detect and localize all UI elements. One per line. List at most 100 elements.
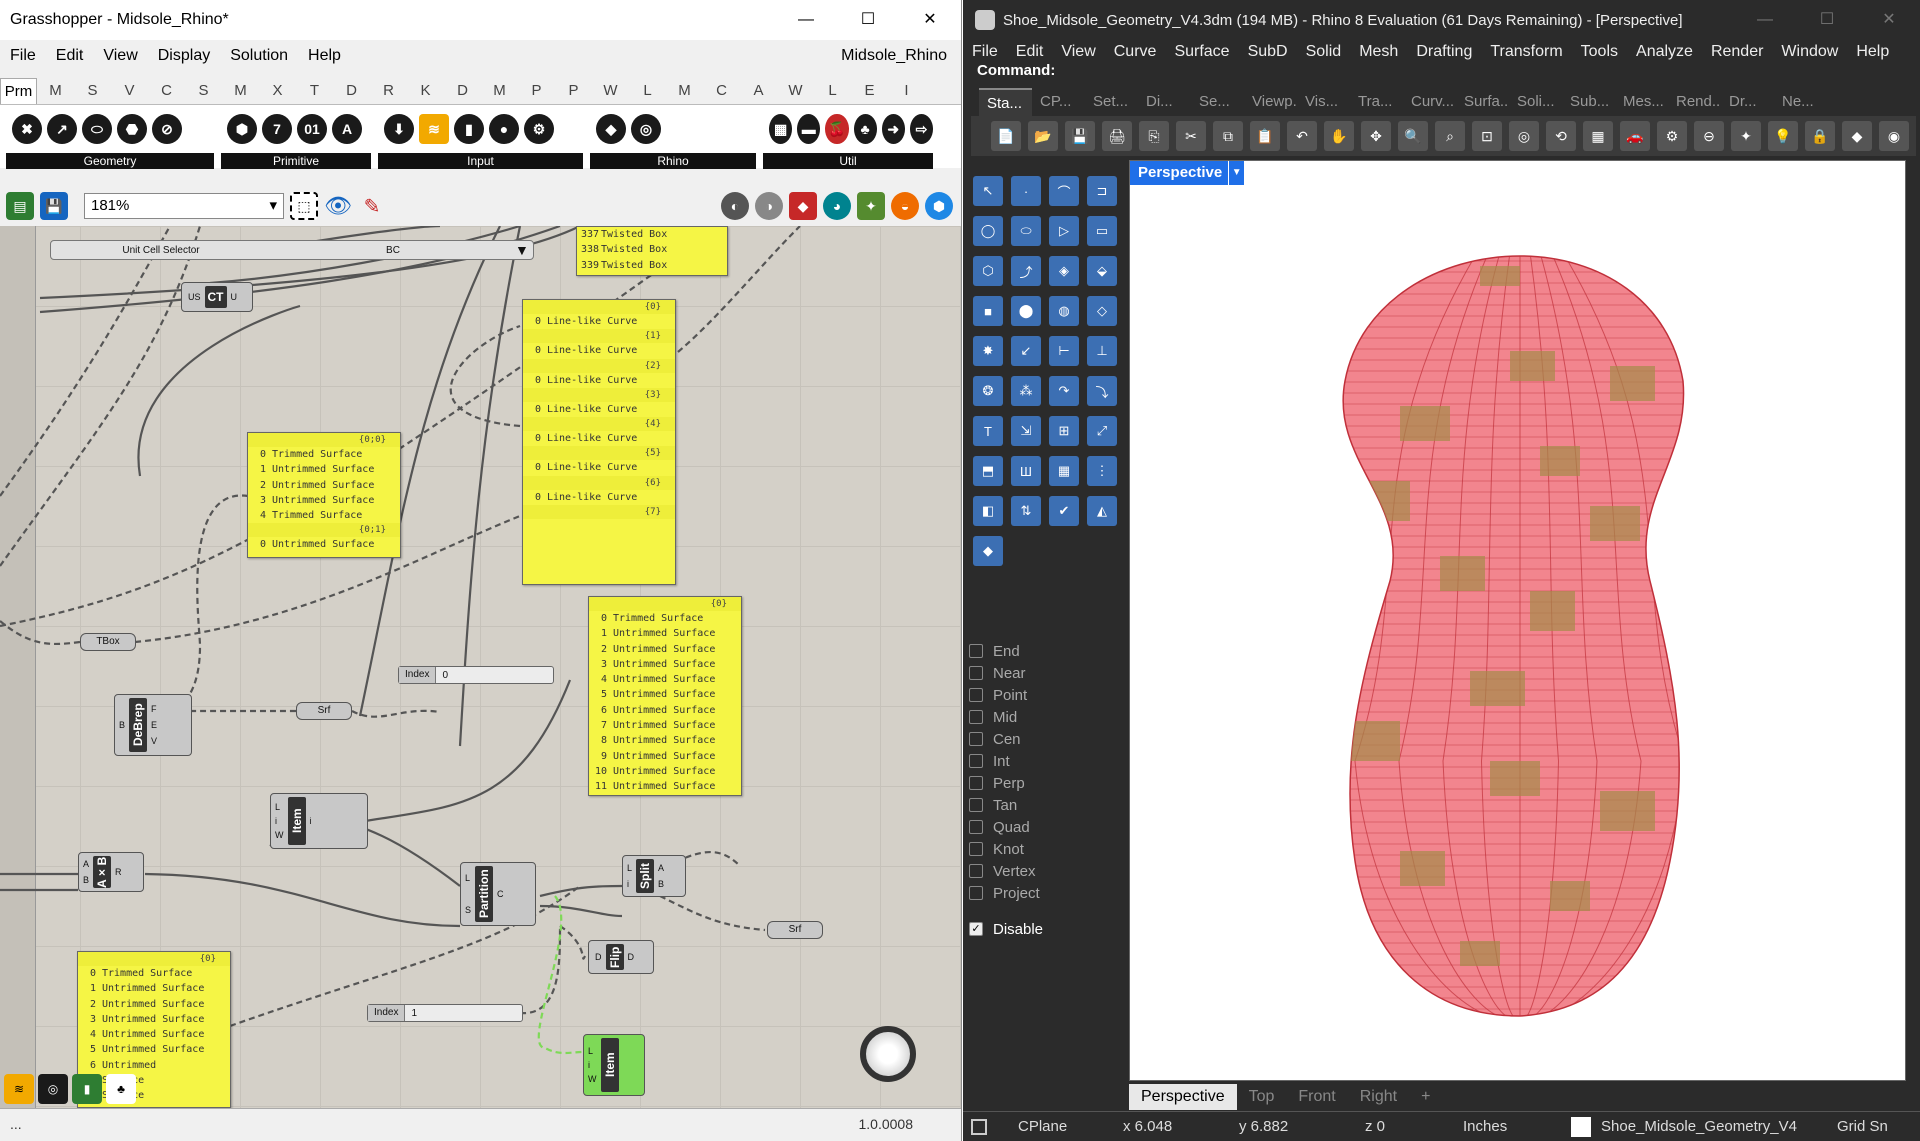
command-line[interactable]: Command: — [977, 62, 1906, 84]
component-icon[interactable]: ◎ — [631, 114, 661, 144]
bake-icon[interactable]: ✦ — [857, 192, 885, 220]
osnap-int[interactable]: Int — [969, 750, 1119, 772]
menu-item-file[interactable]: File — [0, 47, 46, 65]
tab-v[interactable]: V — [111, 78, 148, 104]
toolbar-icon[interactable]: 📂 — [1028, 121, 1058, 151]
view-tab[interactable]: Front — [1286, 1084, 1347, 1110]
tab-c[interactable]: C — [148, 78, 185, 104]
preview-wire-icon[interactable]: ◐ — [721, 192, 749, 220]
view-tab[interactable]: Right — [1348, 1084, 1409, 1110]
osnap-end[interactable]: End — [969, 640, 1119, 662]
maximize-button[interactable]: ☐ — [837, 0, 899, 40]
tool-icon[interactable]: ◯ — [973, 216, 1003, 246]
tool-icon[interactable]: ⬤ — [1011, 296, 1041, 326]
toolbar-tab[interactable]: Viewp... — [1244, 88, 1297, 116]
menu-item-transform[interactable]: Transform — [1481, 43, 1571, 61]
menu-item-window[interactable]: Window — [1772, 43, 1847, 61]
tab-e[interactable]: E — [851, 78, 888, 104]
tool-icon[interactable]: ⇲ — [1011, 416, 1041, 446]
tool-icon[interactable]: ⌒ — [1049, 176, 1079, 206]
surface-panel-b[interactable]: {0} 0 Trimmed Surface 1 Untrimmed Surface 2 Un… — [588, 596, 742, 796]
menu-item-solution[interactable]: Solution — [220, 47, 298, 65]
tool-icon[interactable]: ⬙ — [1087, 256, 1117, 286]
toolbar-icon[interactable]: 🚗 — [1620, 121, 1650, 151]
status-units[interactable]: Inches — [1463, 1118, 1507, 1135]
tool-icon[interactable]: ⊐ — [1087, 176, 1117, 206]
surface-panel-a[interactable]: {0;0} 0 Trimmed Surface 1 Untrimmed Surface 2… — [247, 432, 401, 558]
gh-icon[interactable]: ♣ — [106, 1074, 136, 1104]
status-layer[interactable]: Shoe_Midsole_Geometry_V4 — [1601, 1118, 1797, 1135]
component-icon[interactable]: ● — [489, 114, 519, 144]
index-slider[interactable]: Index 0 — [398, 666, 554, 684]
tool-icon[interactable]: ⤴ — [1011, 256, 1041, 286]
open-file-icon[interactable]: ▤ — [6, 192, 34, 220]
mesh-settings-icon[interactable]: ◕ — [823, 192, 851, 220]
toolbar-icon[interactable]: 🖨 — [1102, 121, 1132, 151]
navigation-wheel-icon[interactable] — [860, 1026, 916, 1082]
tab-w[interactable]: W — [777, 78, 814, 104]
toolbar-icon[interactable]: 📋 — [1250, 121, 1280, 151]
toolbar-icon[interactable]: ⎘ — [1139, 121, 1169, 151]
minimize-button[interactable]: — — [775, 0, 837, 40]
component-icon[interactable]: ⊘ — [152, 114, 182, 144]
debrep-component[interactable]: B DeBrep F E V — [114, 694, 192, 756]
chevron-down-icon[interactable]: ▼ — [515, 242, 533, 258]
tab-r[interactable]: R — [370, 78, 407, 104]
tab-i[interactable]: I — [888, 78, 925, 104]
zoom-extents-icon[interactable]: ⬚ — [290, 192, 318, 220]
tool-icon[interactable]: ◍ — [1049, 296, 1079, 326]
ct-component[interactable]: US CT U — [181, 282, 253, 312]
component-icon[interactable]: ✖ — [12, 114, 42, 144]
toolbar-tab[interactable]: Vis... — [1297, 88, 1350, 116]
tool-icon[interactable]: ⬭ — [1011, 216, 1041, 246]
ribbon-group-label[interactable]: Primitive — [221, 153, 371, 169]
tab-m[interactable]: M — [481, 78, 518, 104]
component-icon[interactable]: ⬢ — [227, 114, 257, 144]
tab-a[interactable]: A — [740, 78, 777, 104]
toolbar-icon[interactable]: ✂ — [1176, 121, 1206, 151]
component-icon[interactable]: ⬣ — [117, 114, 147, 144]
view-tab[interactable]: Top — [1237, 1084, 1287, 1110]
tab-x[interactable]: X — [259, 78, 296, 104]
tool-icon[interactable]: ⁂ — [1011, 376, 1041, 406]
view-tab[interactable]: + — [1409, 1084, 1442, 1110]
menu-item-subd[interactable]: SubD — [1239, 43, 1297, 61]
split-component[interactable]: L i Split A B — [622, 855, 686, 897]
tool-icon[interactable]: ◈ — [1049, 256, 1079, 286]
toolbar-tab[interactable]: Set... — [1085, 88, 1138, 116]
tab-k[interactable]: K — [407, 78, 444, 104]
tool-icon[interactable]: ✔ — [1049, 496, 1079, 526]
tool-icon[interactable]: ⊢ — [1049, 336, 1079, 366]
toolbar-tab[interactable]: Tra... — [1350, 88, 1403, 116]
tool-icon[interactable]: ⊞ — [1049, 416, 1079, 446]
tab-d[interactable]: D — [333, 78, 370, 104]
checkbox-checked[interactable]: ✓ — [969, 922, 983, 936]
component-icon[interactable]: 7 — [262, 114, 292, 144]
menu-item-edit[interactable]: Edit — [1007, 43, 1053, 61]
checkbox[interactable] — [969, 864, 983, 878]
gh-icon[interactable]: ≋ — [4, 1074, 34, 1104]
checkbox[interactable] — [969, 688, 983, 702]
tool-icon[interactable]: ▭ — [1087, 216, 1117, 246]
toolbar-icon[interactable]: ⧉ — [1213, 121, 1243, 151]
menu-item-help[interactable]: Help — [298, 47, 351, 65]
tab-prm[interactable]: Prm — [0, 78, 37, 104]
status-grid-snap[interactable]: Grid Sn — [1837, 1118, 1888, 1135]
save-icon[interactable]: 💾 — [40, 192, 68, 220]
osnap-cen[interactable]: Cen — [969, 728, 1119, 750]
toolbar-tab[interactable]: Sub... — [1562, 88, 1615, 116]
osnap-point[interactable]: Point — [969, 684, 1119, 706]
component-icon[interactable]: ▬ — [797, 114, 821, 144]
tab-d[interactable]: D — [444, 78, 481, 104]
tool-icon[interactable]: ↖ — [973, 176, 1003, 206]
toolbar-tab[interactable]: CP... — [1032, 88, 1085, 116]
tab-s[interactable]: S — [185, 78, 222, 104]
close-button[interactable]: ✕ — [899, 0, 961, 40]
perspective-viewport[interactable]: Perspective ▼ — [1129, 160, 1906, 1081]
menu-item-help[interactable]: Help — [1847, 43, 1898, 61]
toolbar-icon[interactable]: 🔍 — [1398, 121, 1428, 151]
partition-component[interactable]: L S Partition C — [460, 862, 536, 926]
toolbar-icon[interactable]: ⟲ — [1546, 121, 1576, 151]
twisted-box-panel[interactable]: 337 Twisted Box 338 Twisted Box 339 Twisted B… — [576, 226, 728, 276]
ribbon-group-label[interactable]: Geometry — [6, 153, 214, 169]
